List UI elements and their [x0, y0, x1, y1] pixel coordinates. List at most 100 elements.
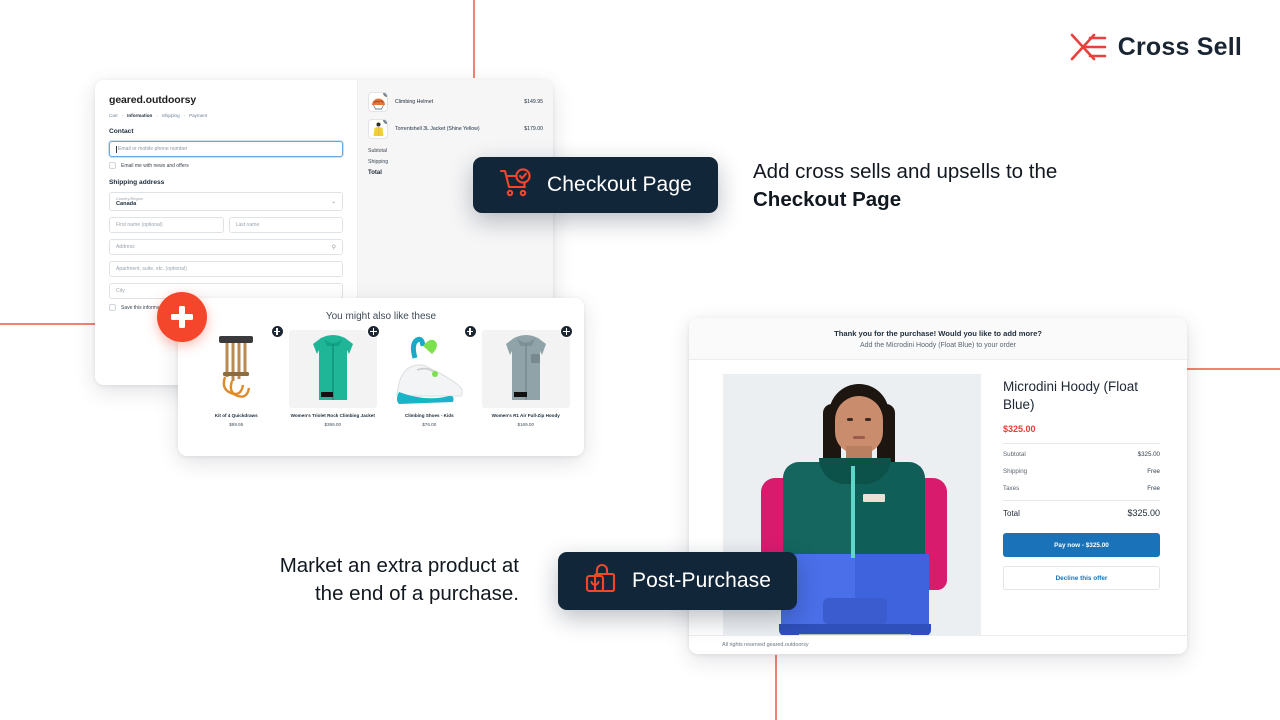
plus-circle-icon[interactable]	[463, 325, 477, 338]
cross-sell-item-price: $76.00	[422, 421, 437, 427]
offer-subtotal-value: $325.00	[1137, 451, 1160, 459]
post-purchase-footer: All rights reserved geared.outdoorsy	[689, 635, 1187, 654]
offer-shipping-value: Free	[1147, 468, 1160, 476]
post-purchase-header-title: Thank you for the purchase! Would you li…	[834, 329, 1042, 338]
item-qty-badge: 1	[383, 93, 387, 97]
chevron-down-icon: ⌄	[331, 198, 336, 205]
pay-now-button[interactable]: Pay now - $325.00	[1003, 533, 1160, 558]
cross-sell-item[interactable]: Kit of 4 Quickdraws $99.95	[192, 325, 284, 427]
cross-sell-carousel: You might also like these Kit of 4 Quick…	[178, 298, 584, 456]
apartment-field[interactable]: Apartment, suite, etc. (optional)	[109, 261, 343, 277]
order-item-name: Climbing Helmet	[395, 99, 434, 105]
city-field[interactable]: City	[109, 283, 343, 299]
offer-subtotal-row: Subtotal $325.00	[1003, 443, 1160, 463]
plus-circle-icon[interactable]	[270, 325, 284, 338]
offer-total-label: Total	[1003, 509, 1020, 519]
offer-taxes-label: Taxes	[1003, 485, 1020, 493]
offer-shipping-row: Shipping Free	[1003, 463, 1160, 480]
contact-section-title: Contact	[109, 128, 134, 135]
guide-line-left	[0, 323, 95, 325]
guide-line-right	[1185, 368, 1280, 370]
offer-total-row: Total $325.00	[1003, 500, 1160, 523]
cross-sell-item-name: Climbing Shoes - Kids	[404, 413, 454, 418]
brand-logo: Cross Sell	[1068, 30, 1242, 64]
email-field[interactable]: Email or mobile phone number	[109, 141, 343, 157]
checkout-copy: Add cross sells and upsells to the Check…	[753, 158, 1093, 215]
cross-sell-item[interactable]: Women's Triolet Rock Climbing Jacket $39…	[288, 325, 380, 427]
post-purchase-header: Thank you for the purchase! Would you li…	[689, 318, 1187, 360]
plus-icon[interactable]	[157, 292, 207, 342]
breadcrumb-payment[interactable]: Payment	[189, 113, 207, 118]
checkout-copy-lead: Add cross sells and upsells to the	[753, 160, 1058, 183]
offer-shipping-label: Shipping	[1003, 468, 1028, 476]
order-item-price: $179.00	[524, 126, 543, 132]
offer-taxes-value: Free	[1147, 485, 1160, 493]
search-icon: ⚲	[331, 244, 336, 251]
order-summary-item: 1 Torrentshell 3L Jacket (Shine Yellow) …	[368, 119, 543, 139]
shipping-section-title: Shipping address	[109, 179, 165, 186]
post-purchase-badge-label: Post-Purchase	[632, 569, 772, 592]
cross-sell-title: You might also like these	[325, 311, 437, 322]
shopping-bag-smile-icon	[584, 563, 618, 600]
newsletter-checkbox-row[interactable]: Email me with news and offers	[109, 162, 343, 169]
cross-sell-logo-icon	[1068, 30, 1108, 64]
page-root: Cross Sell geared.outdoorsy Cart › Infor…	[0, 0, 1280, 720]
first-name-field[interactable]: First name (optional)	[109, 217, 224, 233]
post-purchase-info: Microdini Hoody (Float Blue) $325.00 Sub…	[1003, 374, 1160, 650]
breadcrumb-separator: ›	[156, 113, 158, 118]
item-qty-badge: 1	[383, 120, 387, 124]
breadcrumb-separator: ›	[183, 113, 186, 118]
breadcrumb-information[interactable]: Information	[127, 113, 152, 118]
last-name-field[interactable]: Last name	[228, 217, 343, 233]
cross-sell-item[interactable]: Women's R1 Air Full-Zip Hoody $169.00	[481, 325, 573, 427]
guide-line-top	[473, 0, 475, 78]
grey-hoody-image	[481, 330, 570, 408]
order-item-name: Torrentshell 3L Jacket (Shine Yellow)	[395, 126, 480, 132]
shop-name: geared.outdoorsy	[109, 94, 197, 106]
cross-sell-item-name: Women's R1 Air Full-Zip Hoody	[491, 413, 560, 418]
quickdraws-image	[192, 330, 281, 408]
checkout-page-badge[interactable]: Checkout Page	[473, 157, 718, 213]
post-purchase-copy: Market an extra product at the end of a …	[279, 554, 519, 606]
cart-check-icon	[499, 167, 533, 203]
offer-product-name: Microdini Hoody (Float Blue)	[1003, 379, 1139, 413]
yellow-jacket-thumb: 1	[368, 119, 388, 139]
offer-taxes-row: Taxes Free	[1003, 480, 1160, 497]
checkout-copy-strong: Checkout Page	[753, 188, 902, 212]
plus-circle-icon[interactable]	[367, 325, 380, 338]
breadcrumb-separator: ›	[121, 113, 124, 118]
guide-line-bottom	[775, 655, 777, 720]
plus-circle-icon[interactable]	[560, 325, 573, 338]
brand-name: Cross Sell	[1117, 32, 1242, 61]
breadcrumb-shipping[interactable]: Shipping	[162, 113, 180, 118]
cross-sell-item-name: Women's Triolet Rock Climbing Jacket	[290, 413, 375, 418]
climbing-shoe-image	[385, 330, 474, 408]
climbing-helmet-thumb: 1	[368, 92, 388, 112]
cross-sell-item[interactable]: Climbing Shoes - Kids $76.00	[385, 325, 477, 427]
offer-subtotal-label: Subtotal	[1003, 451, 1026, 459]
breadcrumb-cart[interactable]: Cart	[109, 113, 118, 118]
country-value: Canada	[116, 201, 137, 208]
address-placeholder: Address	[116, 244, 135, 250]
country-select[interactable]: Country/Region Canada ⌄	[109, 192, 343, 211]
checkout-page-badge-label: Checkout Page	[547, 173, 692, 196]
breadcrumb: Cart › Information › Shipping › Payment	[109, 113, 343, 118]
address-field[interactable]: Address ⚲	[109, 239, 343, 255]
offer-product-price: $325.00	[1003, 424, 1036, 435]
cross-sell-items: Kit of 4 Quickdraws $99.95 Women's Triol…	[178, 322, 584, 427]
order-summary-item: 1 Climbing Helmet $149.95	[368, 92, 543, 112]
newsletter-label: Email me with news and offers	[121, 162, 189, 169]
cross-sell-item-price: $99.95	[229, 421, 244, 427]
cross-sell-item-price: $169.00	[517, 421, 535, 427]
cross-sell-item-price: $399.00	[324, 421, 342, 427]
order-item-price: $149.95	[524, 99, 543, 105]
post-purchase-badge[interactable]: Post-Purchase	[558, 552, 798, 610]
cross-sell-item-name: Kit of 4 Quickdraws	[214, 413, 258, 418]
subtotal-label: Subtotal	[368, 148, 388, 154]
decline-offer-button[interactable]: Decline this offer	[1003, 566, 1160, 591]
checkbox-icon[interactable]	[109, 304, 116, 311]
post-purchase-header-subtitle: Add the Microdini Hoody (Float Blue) to …	[859, 342, 1017, 349]
checkbox-icon[interactable]	[109, 162, 116, 169]
offer-total-value: $325.00	[1127, 508, 1160, 519]
green-jacket-image	[288, 330, 377, 408]
